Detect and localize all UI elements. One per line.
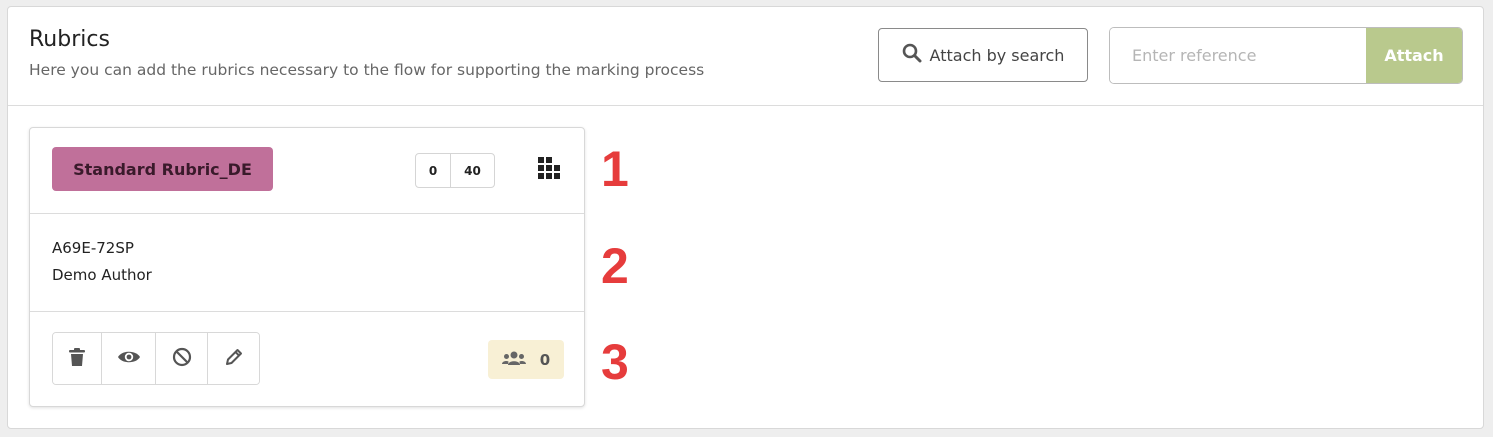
annotation-marker-2: 2 [601,238,629,294]
page-subtitle: Here you can add the rubrics necessary t… [29,61,705,79]
rubric-author: Demo Author [52,266,152,284]
delete-button[interactable] [53,333,102,384]
rubric-card-footer: 0 [30,312,584,408]
pencil-icon [224,347,244,371]
ban-icon [172,347,192,371]
trash-icon [68,347,86,371]
reference-input[interactable] [1110,28,1366,83]
search-icon [902,43,922,67]
annotation-marker-3: 3 [601,334,629,390]
score-min: 0 [416,154,451,187]
score-max: 40 [464,163,481,178]
rubric-reference: A69E-72SP [52,239,134,257]
rubrics-panel: Rubrics Here you can add the rubrics nec… [7,6,1484,429]
rubric-card-header: Standard Rubric_DE 0 40 [30,128,584,214]
users-count: 0 [539,350,551,369]
users-count-badge: 0 [488,340,564,379]
rubric-card: Standard Rubric_DE 0 40 A69E-72SP Demo A… [29,127,585,407]
preview-button[interactable] [102,333,156,384]
disable-button[interactable] [156,333,208,384]
reference-input-group: Attach [1109,27,1463,84]
attach-by-search-button[interactable]: Attach by search [878,28,1088,82]
attach-button[interactable]: Attach [1366,28,1462,83]
rubric-card-details: A69E-72SP Demo Author [30,214,584,312]
score-range: 0 40 [415,153,495,188]
annotation-marker-1: 1 [601,141,629,197]
rubric-name-badge[interactable]: Standard Rubric_DE [52,147,273,191]
eye-icon [117,349,141,369]
rubric-actions [52,332,260,385]
attach-by-search-label: Attach by search [929,45,1065,65]
panel-header: Rubrics Here you can add the rubrics nec… [8,7,1483,106]
page-title: Rubrics [29,27,110,52]
edit-button[interactable] [208,333,259,384]
grid-icon[interactable] [536,156,562,186]
users-icon [501,350,526,370]
